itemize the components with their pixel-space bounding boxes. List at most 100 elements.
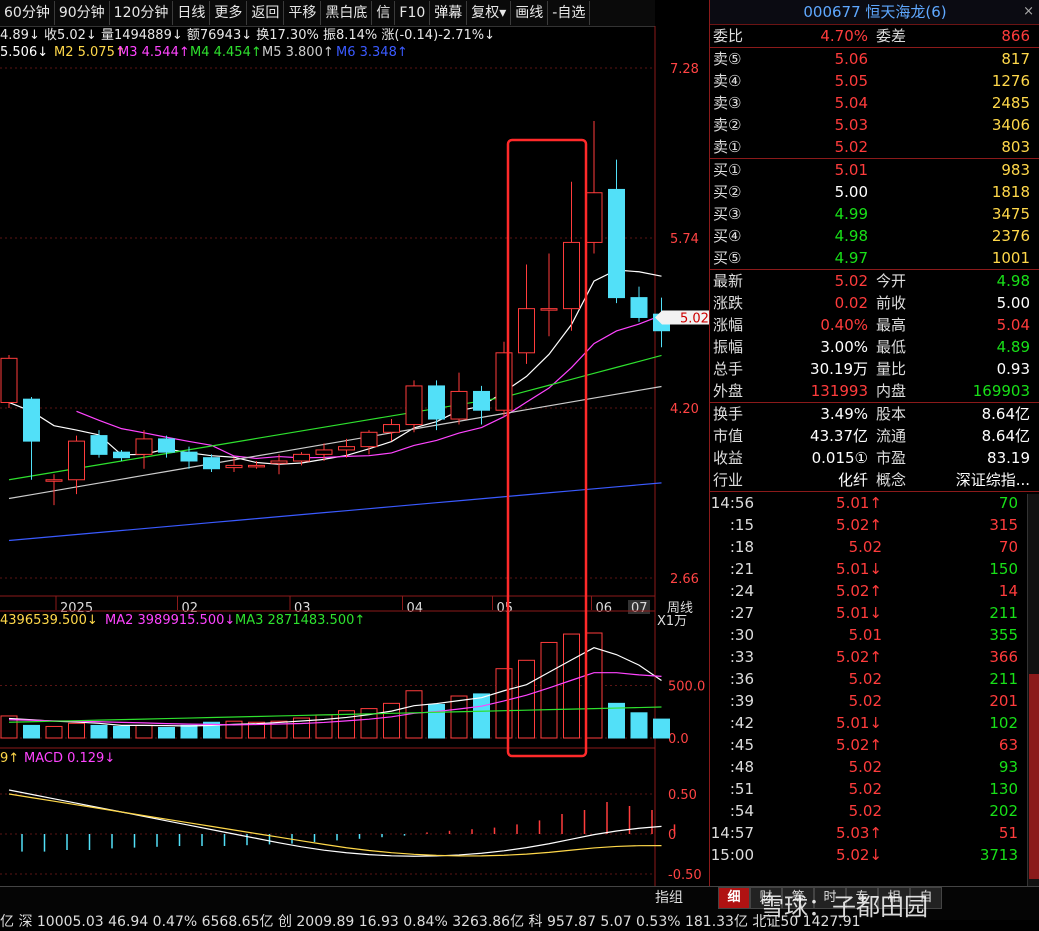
tick-row[interactable]: :48 5.02 93 [710, 756, 1039, 778]
tick-price: 5.02↑ [836, 516, 882, 534]
stat-label: 最高 [876, 316, 907, 334]
stat-row: 振幅 3.00% 最低 4.89 [710, 336, 1039, 358]
tick-row[interactable]: :45 5.02↑ 63 [710, 734, 1039, 756]
quote-panel: 000677 恒天海龙(6) × 委比 4.70% 委差 866 卖⑤ 5.06 8… [709, 0, 1039, 886]
tick-scrollbar[interactable] [1027, 494, 1039, 886]
tick-time: :21 [729, 560, 754, 578]
tick-price: 5.02↑ [836, 648, 882, 666]
toolbar-button-0[interactable]: 60分钟 [0, 1, 55, 25]
tick-row[interactable]: :18 5.02 70 [710, 536, 1039, 558]
tick-price: 5.01↑ [836, 494, 882, 512]
tick-time: :39 [729, 692, 754, 710]
tick-row[interactable]: :51 5.02 130 [710, 778, 1039, 800]
toolbar-button-2[interactable]: 120分钟 [110, 1, 174, 25]
volume-bar [383, 702, 400, 739]
tick-row[interactable]: :39 5.02 201 [710, 690, 1039, 712]
tick-row[interactable]: 15:00 5.02↓ 3713 [710, 844, 1039, 866]
toolbar-button-3[interactable]: 日线 [173, 1, 211, 25]
date-tick-label: 04 [407, 601, 424, 616]
stat-value: 0.93 [996, 360, 1030, 378]
tick-row[interactable]: :30 5.01 355 [710, 624, 1039, 646]
buy-price: 4.99 [834, 205, 868, 223]
tick-row[interactable]: :15 5.02↑ 315 [710, 514, 1039, 536]
toolbar-button-7[interactable]: 黑白底 [321, 1, 373, 25]
buy-price: 5.00 [834, 183, 868, 201]
tick-volume: 201 [989, 692, 1018, 710]
sell-volume: 817 [1001, 50, 1030, 68]
sell-row[interactable]: 卖① 5.02 803 [710, 136, 1039, 158]
stat-label: 前收 [876, 294, 907, 312]
kline-info-line: 4.89↓ 收5.02↓ 量1494889↓ 额76943↓ 换17.30% 振… [0, 28, 495, 43]
scroll-thumb[interactable] [1029, 674, 1039, 879]
panel-tab-0[interactable]: 细 [718, 887, 750, 909]
candle-body [383, 424, 400, 433]
sell-row[interactable]: 卖② 5.03 3406 [710, 114, 1039, 136]
macd-legend-b: MACD 0.129↓ [24, 751, 115, 766]
sell-row[interactable]: 卖④ 5.05 1276 [710, 70, 1039, 92]
tick-time: :24 [729, 582, 754, 600]
toolbar-button-1[interactable]: 90分钟 [55, 1, 110, 25]
sell-label: 卖⑤ [713, 50, 742, 68]
tick-time: :54 [729, 802, 754, 820]
stat-label: 总手 [713, 360, 744, 378]
stat-value: 4.89 [996, 338, 1030, 356]
stock-title[interactable]: 000677 恒天海龙(6) × [710, 0, 1039, 25]
kline-chart-area[interactable]: 4.89↓ 收5.02↓ 量1494889↓ 额76943↓ 换17.30% 振… [0, 26, 709, 886]
buy-row[interactable]: 买③ 4.99 3475 [710, 203, 1039, 225]
toolbar-button-10[interactable]: 弹幕 [430, 1, 468, 25]
stat-value: 0.02 [834, 294, 868, 312]
buy-row[interactable]: 买④ 4.98 2376 [710, 225, 1039, 247]
weicha-value: 866 [1001, 27, 1030, 45]
toolbar-button-13[interactable]: -自选 [548, 1, 591, 25]
toolbar-button-6[interactable]: 平移 [284, 1, 322, 25]
tick-row[interactable]: :36 5.02 211 [710, 668, 1039, 690]
toolbar-button-4[interactable]: 更多 [210, 1, 248, 25]
tick-time: 14:56 [710, 494, 754, 512]
stat-label: 外盘 [713, 382, 744, 400]
tick-row[interactable]: 14:56 5.01↑ 70 [710, 492, 1039, 514]
sell-spacer [868, 114, 936, 136]
tick-price: 5.01↓ [836, 604, 882, 622]
tick-row[interactable]: :33 5.02↑ 366 [710, 646, 1039, 668]
toolbar-button-12[interactable]: 画线 [511, 1, 549, 25]
toolbar-button-9[interactable]: F10 [395, 1, 431, 25]
sell-price: 5.02 [834, 138, 868, 156]
toolbar-button-11[interactable]: 复权▾ [467, 1, 512, 25]
buy-row[interactable]: 买⑤ 4.97 1001 [710, 247, 1039, 269]
sell-row[interactable]: 卖⑤ 5.06 817 [710, 48, 1039, 70]
tick-volume: 150 [989, 560, 1018, 578]
toolbar-button-8[interactable]: 信 [372, 1, 396, 25]
zhizu-button[interactable]: 指组 [655, 887, 705, 907]
sell-volume: 803 [1001, 138, 1030, 156]
volume-bar [653, 718, 670, 739]
weibi-value: 4.70% [820, 27, 868, 45]
tick-price: 5.02↓ [836, 846, 882, 864]
tick-row[interactable]: 14:57 5.03↑ 51 [710, 822, 1039, 844]
candle-body [90, 435, 108, 455]
kline-chart-svg[interactable]: 4.89↓ 收5.02↓ 量1494889↓ 额76943↓ 换17.30% 振… [0, 26, 709, 886]
tick-row[interactable]: :27 5.01↓ 211 [710, 602, 1039, 624]
sell-label: 卖② [713, 116, 742, 134]
stat-label: 涨跌 [713, 294, 744, 312]
fund-value: 0.015① [811, 449, 868, 467]
tick-price: 5.02 [848, 758, 882, 776]
volume-bar [158, 727, 175, 739]
volume-bar [630, 712, 648, 739]
ma-legend-line2_ma6: M6 3.348↑ [336, 45, 408, 60]
toolbar-button-5[interactable]: 返回 [247, 1, 285, 25]
candle-body [608, 188, 625, 299]
sell-row[interactable]: 卖③ 5.04 2485 [710, 92, 1039, 114]
tick-row[interactable]: :54 5.02 202 [710, 800, 1039, 822]
tick-row[interactable]: :24 5.02↑ 14 [710, 580, 1039, 602]
stat-label: 振幅 [713, 338, 744, 356]
buy-row[interactable]: 买② 5.00 1818 [710, 181, 1039, 203]
candle-body [428, 385, 445, 420]
tick-price: 5.02 [848, 538, 882, 556]
volume-bar [360, 708, 378, 739]
tick-row[interactable]: :21 5.01↓ 150 [710, 558, 1039, 580]
buy-row[interactable]: 买① 5.01 983 [710, 159, 1039, 181]
close-icon[interactable]: × [1023, 0, 1034, 24]
tick-row[interactable]: :42 5.01↓ 102 [710, 712, 1039, 734]
tick-list[interactable]: 14:56 5.01↑ 70:15 5.02↑ 315:18 5.02 70:21 5.01↓… [710, 492, 1039, 866]
sell-price: 5.04 [834, 94, 868, 112]
